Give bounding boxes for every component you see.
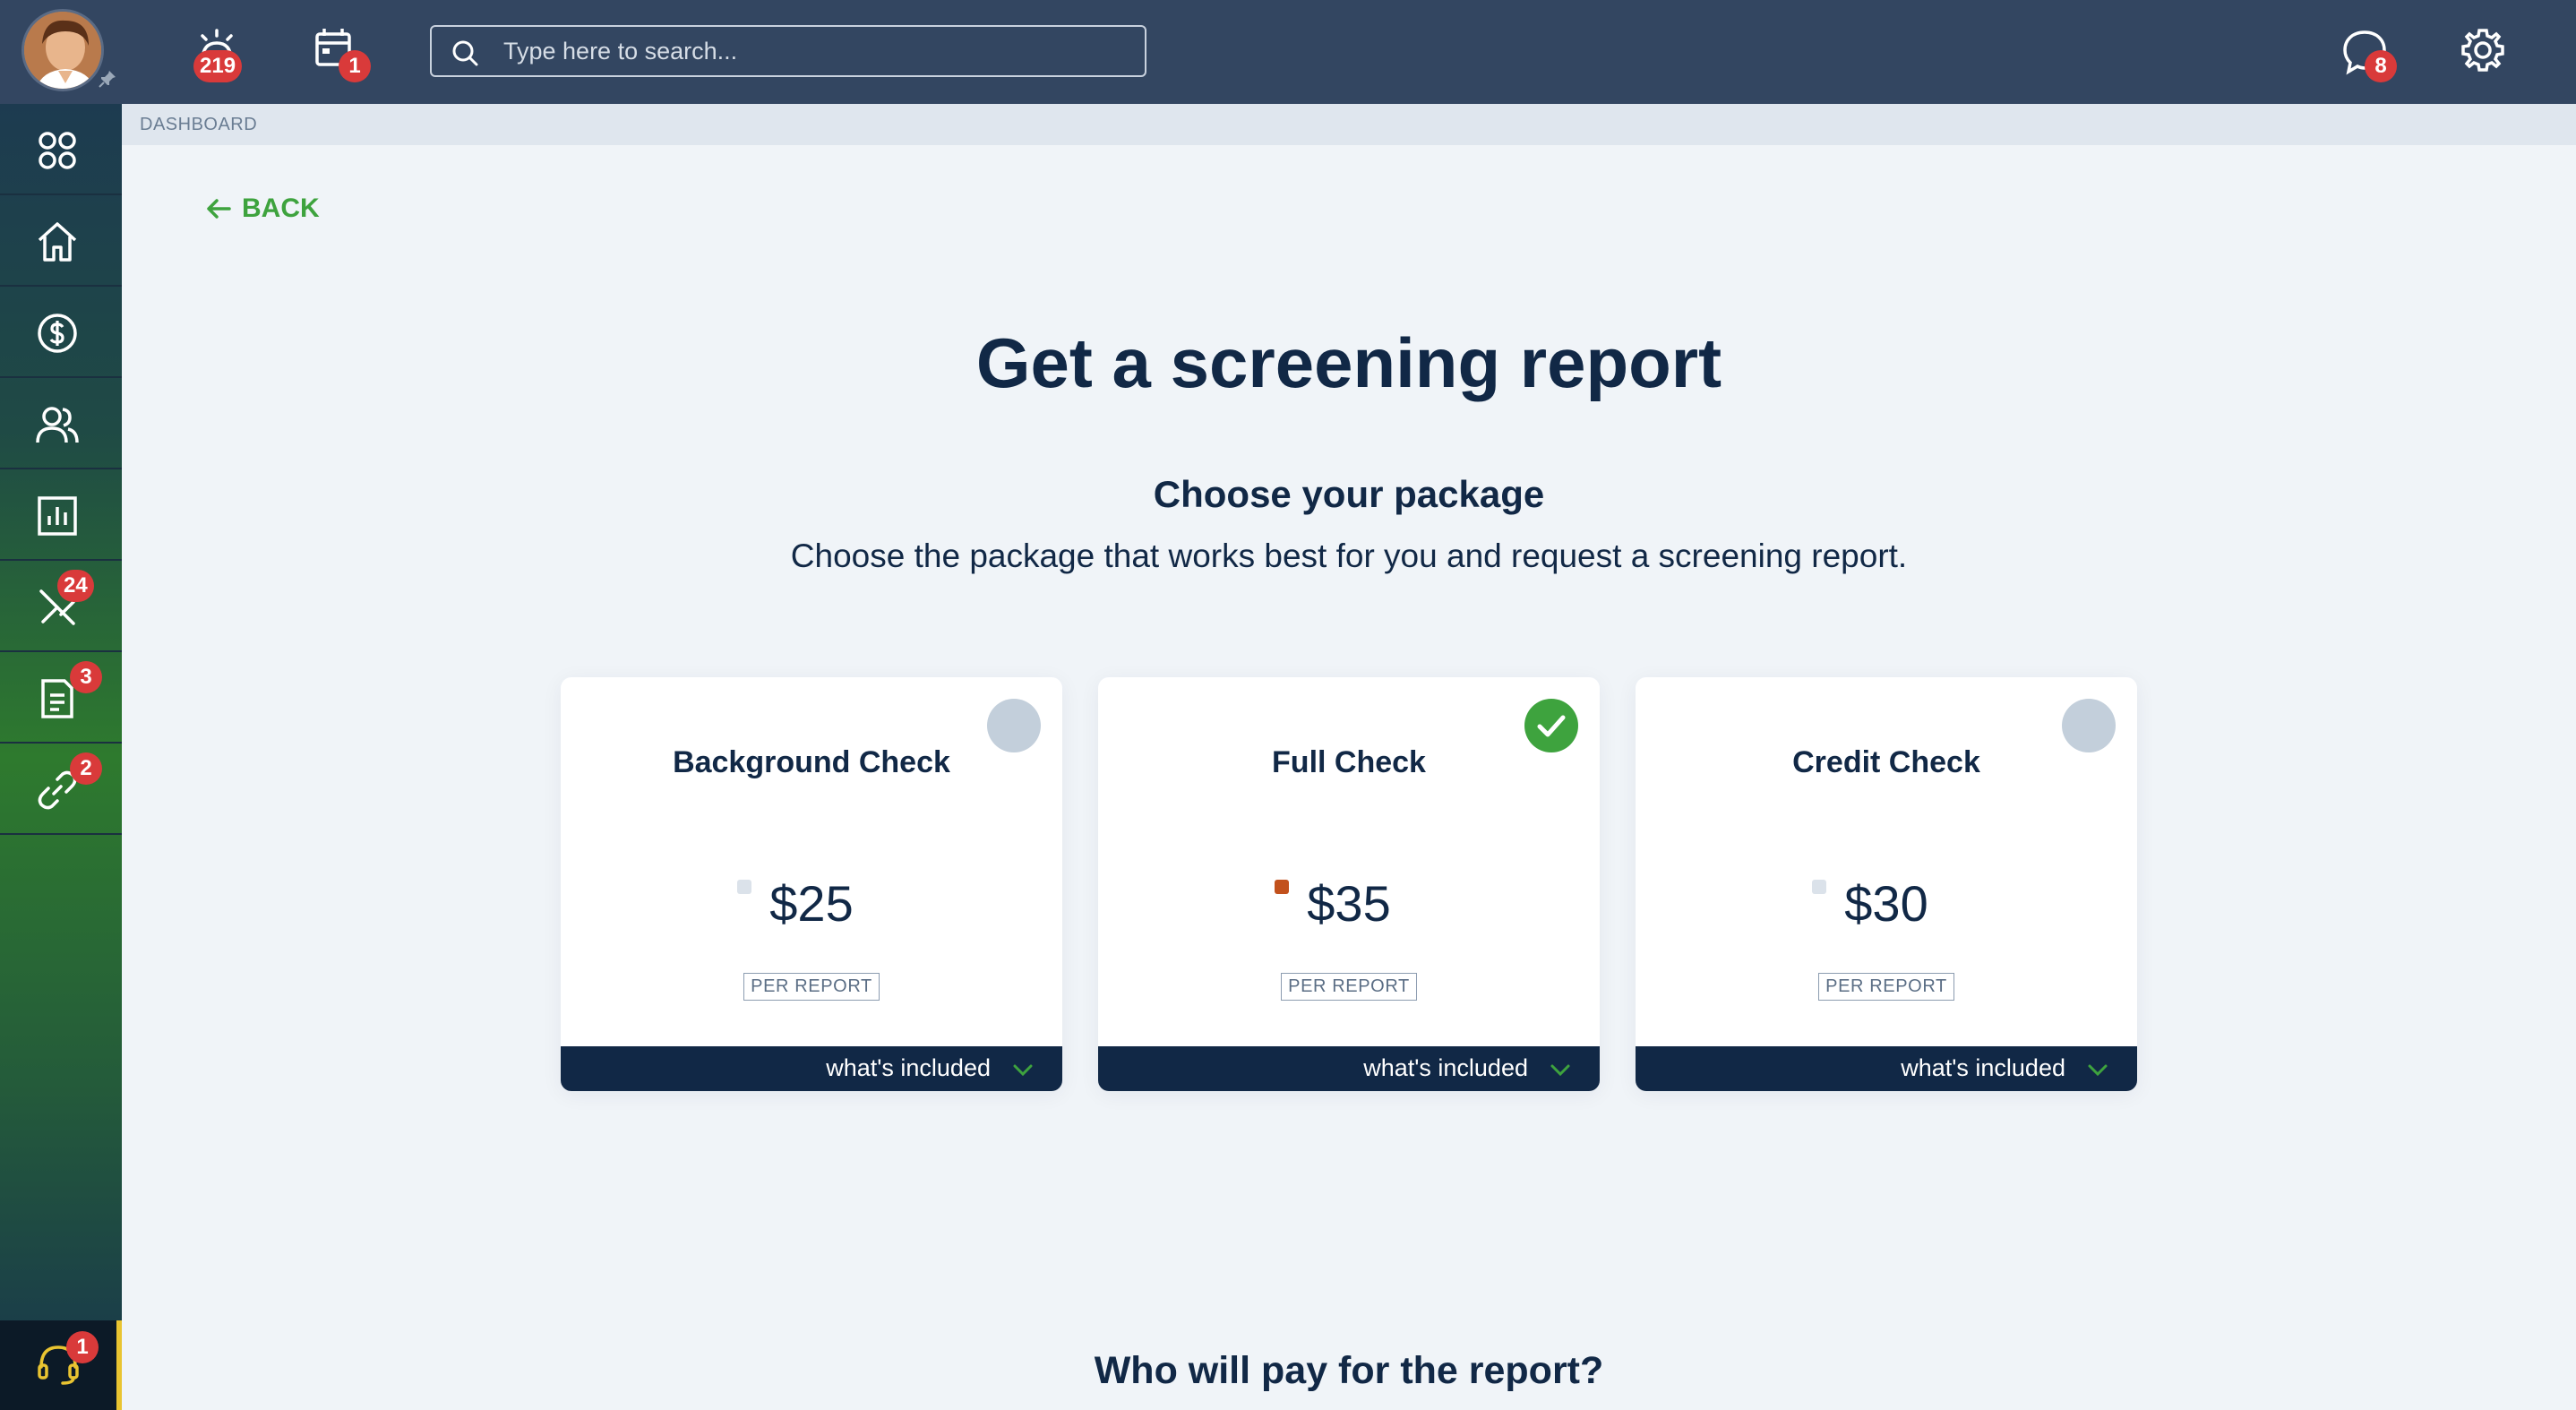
- back-label: BACK: [242, 193, 320, 223]
- package-radio[interactable]: [2062, 699, 2116, 752]
- support-button[interactable]: 1: [0, 1320, 122, 1410]
- price-indicator-dot: [1275, 880, 1290, 894]
- top-bar: 219 1 8: [0, 0, 2576, 104]
- search-input[interactable]: [503, 27, 1130, 75]
- breadcrumb: DASHBOARD: [122, 104, 2576, 145]
- support-count-badge: 1: [66, 1331, 99, 1363]
- chevron-down-icon: [1013, 1064, 1033, 1077]
- search-icon: [451, 39, 478, 66]
- payer-section-title: Who will pay for the report?: [1094, 1349, 1604, 1392]
- page-title: Get a screening report: [975, 323, 1722, 402]
- links-count-badge: 2: [70, 752, 102, 785]
- settings-gear-icon[interactable]: [2456, 23, 2510, 77]
- checkmark-icon: [1537, 715, 1566, 737]
- sidebar-item-reports[interactable]: [0, 469, 122, 561]
- package-price: $35: [1307, 875, 1391, 932]
- calendar-count-badge: 1: [339, 50, 371, 82]
- home-icon: [34, 219, 81, 265]
- sidebar-item-people[interactable]: [0, 378, 122, 469]
- package-section-title: Choose your package: [1153, 473, 1545, 515]
- breadcrumb-dashboard[interactable]: DASHBOARD: [140, 115, 257, 135]
- whats-included-label: what's included: [826, 1054, 991, 1081]
- package-card-full-check[interactable]: Full Check $35 PER REPORT what's include…: [1098, 677, 1600, 1091]
- people-icon: [34, 401, 81, 448]
- sidebar-item-home[interactable]: [0, 195, 122, 287]
- alerts-count-badge: 219: [193, 50, 243, 82]
- sidebar-item-apps[interactable]: [0, 104, 122, 195]
- package-name: Credit Check: [1792, 745, 1980, 779]
- sidebar-item-links[interactable]: 2: [0, 744, 122, 835]
- package-price: $30: [1844, 875, 1928, 932]
- price-indicator-dot: [1812, 880, 1827, 894]
- user-avatar[interactable]: [21, 9, 104, 91]
- messages-count-badge: 8: [2365, 50, 2397, 82]
- whats-included-toggle[interactable]: what's included: [1098, 1046, 1600, 1091]
- whats-included-label: what's included: [1363, 1054, 1528, 1081]
- sidebar-item-maintenance[interactable]: 24: [0, 561, 122, 652]
- sidebar-item-documents[interactable]: 3: [0, 652, 122, 744]
- search-bar[interactable]: [430, 25, 1146, 77]
- whats-included-label: what's included: [1901, 1054, 2065, 1081]
- package-name: Full Check: [1272, 745, 1426, 779]
- dollar-icon: [34, 310, 81, 357]
- chevron-down-icon: [1550, 1064, 1570, 1077]
- maintenance-count-badge: 24: [57, 570, 94, 602]
- grid-icon: [34, 127, 81, 174]
- package-name: Background Check: [673, 745, 950, 779]
- whats-included-toggle[interactable]: what's included: [561, 1046, 1062, 1091]
- package-radio[interactable]: [987, 699, 1041, 752]
- price-indicator-dot: [737, 880, 752, 894]
- chevron-down-icon: [2088, 1064, 2108, 1077]
- package-radio-selected[interactable]: [1524, 699, 1578, 752]
- arrow-left-icon: [207, 199, 231, 219]
- back-button[interactable]: BACK: [204, 193, 320, 224]
- package-price: $25: [769, 875, 854, 932]
- documents-count-badge: 3: [70, 661, 102, 693]
- chart-icon: [34, 493, 81, 539]
- sidebar: 24 3 2 1: [0, 104, 122, 1410]
- whats-included-toggle[interactable]: what's included: [1636, 1046, 2137, 1091]
- pin-icon[interactable]: [97, 68, 118, 90]
- package-card-background-check[interactable]: Background Check $25 PER REPORT what's i…: [561, 677, 1062, 1091]
- price-unit-label: PER REPORT: [1818, 973, 1954, 1001]
- sidebar-item-payments[interactable]: [0, 287, 122, 378]
- price-unit-label: PER REPORT: [1281, 973, 1417, 1001]
- price-unit-label: PER REPORT: [743, 973, 880, 1001]
- package-section-subtitle: Choose the package that works best for y…: [790, 537, 1908, 574]
- package-card-credit-check[interactable]: Credit Check $30 PER REPORT what's inclu…: [1636, 677, 2137, 1091]
